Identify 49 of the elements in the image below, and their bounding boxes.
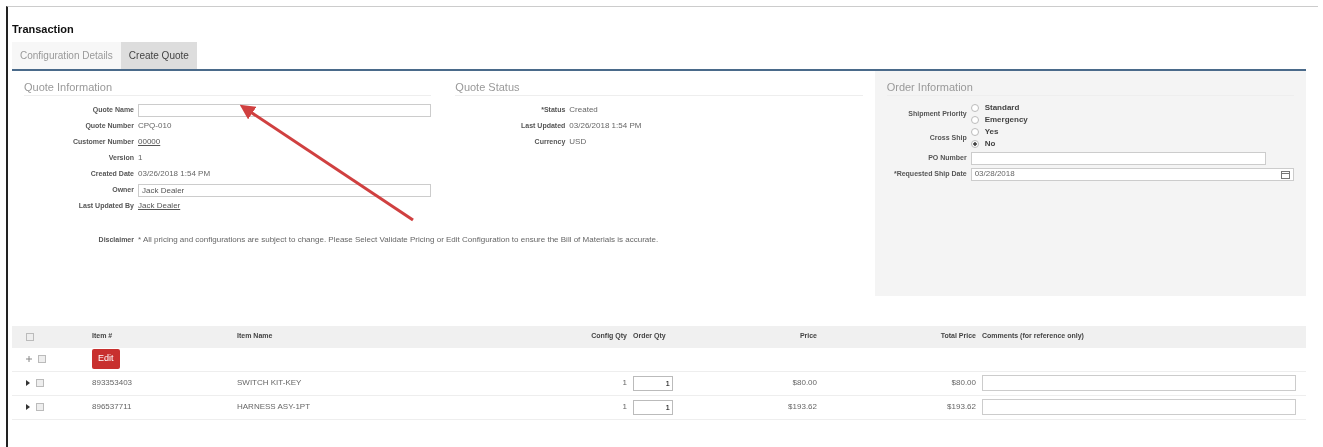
table-cell-text: 896537711 <box>92 401 133 413</box>
edit-button[interactable]: Edit <box>92 349 120 369</box>
radio-label: Standard <box>984 102 1020 114</box>
field-value: 03/26/2018 1:54 PM <box>138 168 211 180</box>
table-cell-text: $193.62 <box>946 401 977 413</box>
text-field[interactable] <box>138 103 432 117</box>
table-cell-text: $80.00 <box>791 377 817 389</box>
field-value: 1 <box>138 152 143 164</box>
disclaimer-text: * All pricing and configurations are subject to change. Please Select Validate Pricing or Edit Configuration to ensure the Bill of Materials is accurate. <box>138 234 659 246</box>
field-value: CPQ-010 <box>138 120 172 132</box>
radio-button[interactable] <box>970 104 979 112</box>
expand-icon[interactable] <box>26 356 32 362</box>
radio-button[interactable] <box>970 116 979 124</box>
radio-label: Yes <box>984 126 999 138</box>
table-cell-text: HARNESS ASY-1PT <box>237 401 312 413</box>
table-cell-text: 1 <box>621 401 627 413</box>
section-heading: Quote Status <box>455 78 863 96</box>
table-cell-text: 1 <box>621 377 627 389</box>
comment-field[interactable] <box>982 375 1296 391</box>
field-value: Created <box>569 104 598 116</box>
table-cell-text: $80.00 <box>950 377 977 389</box>
radio-button[interactable] <box>970 140 979 148</box>
checkbox[interactable] <box>36 379 44 387</box>
field-value: 03/26/2018 1:54 PM <box>569 120 642 132</box>
field-link[interactable]: Jack Dealer <box>138 200 181 212</box>
radio-label: Emergency <box>984 114 1028 126</box>
radio-label: No <box>984 138 996 150</box>
quantity-field[interactable]: 1 <box>633 375 673 391</box>
text-field[interactable] <box>970 151 1266 165</box>
checkbox[interactable] <box>36 403 44 411</box>
quantity-field[interactable]: 1 <box>633 399 673 415</box>
caret-icon[interactable] <box>26 380 30 386</box>
checkbox[interactable] <box>26 332 34 341</box>
table-cell-text: $193.62 <box>787 401 817 413</box>
section-heading: Order Information <box>886 78 1294 96</box>
caret-icon[interactable] <box>26 404 30 410</box>
text-field[interactable]: Jack Dealer <box>138 183 432 197</box>
table-cell-text: SWITCH KIT-KEY <box>237 377 303 389</box>
date-field[interactable]: 03/28/2018 <box>970 167 1294 181</box>
table-cell-text: 893353403 <box>92 377 134 389</box>
checkbox[interactable] <box>38 355 46 363</box>
tab[interactable]: Create Quote <box>120 41 197 69</box>
field-link[interactable]: 00000 <box>138 136 161 148</box>
section-heading: Quote Information <box>24 78 432 96</box>
calendar-icon[interactable] <box>1281 169 1290 179</box>
field-value: USD <box>569 136 587 148</box>
comment-field[interactable] <box>982 399 1296 415</box>
radio-button[interactable] <box>970 128 979 136</box>
page-title: Transaction <box>12 22 75 37</box>
